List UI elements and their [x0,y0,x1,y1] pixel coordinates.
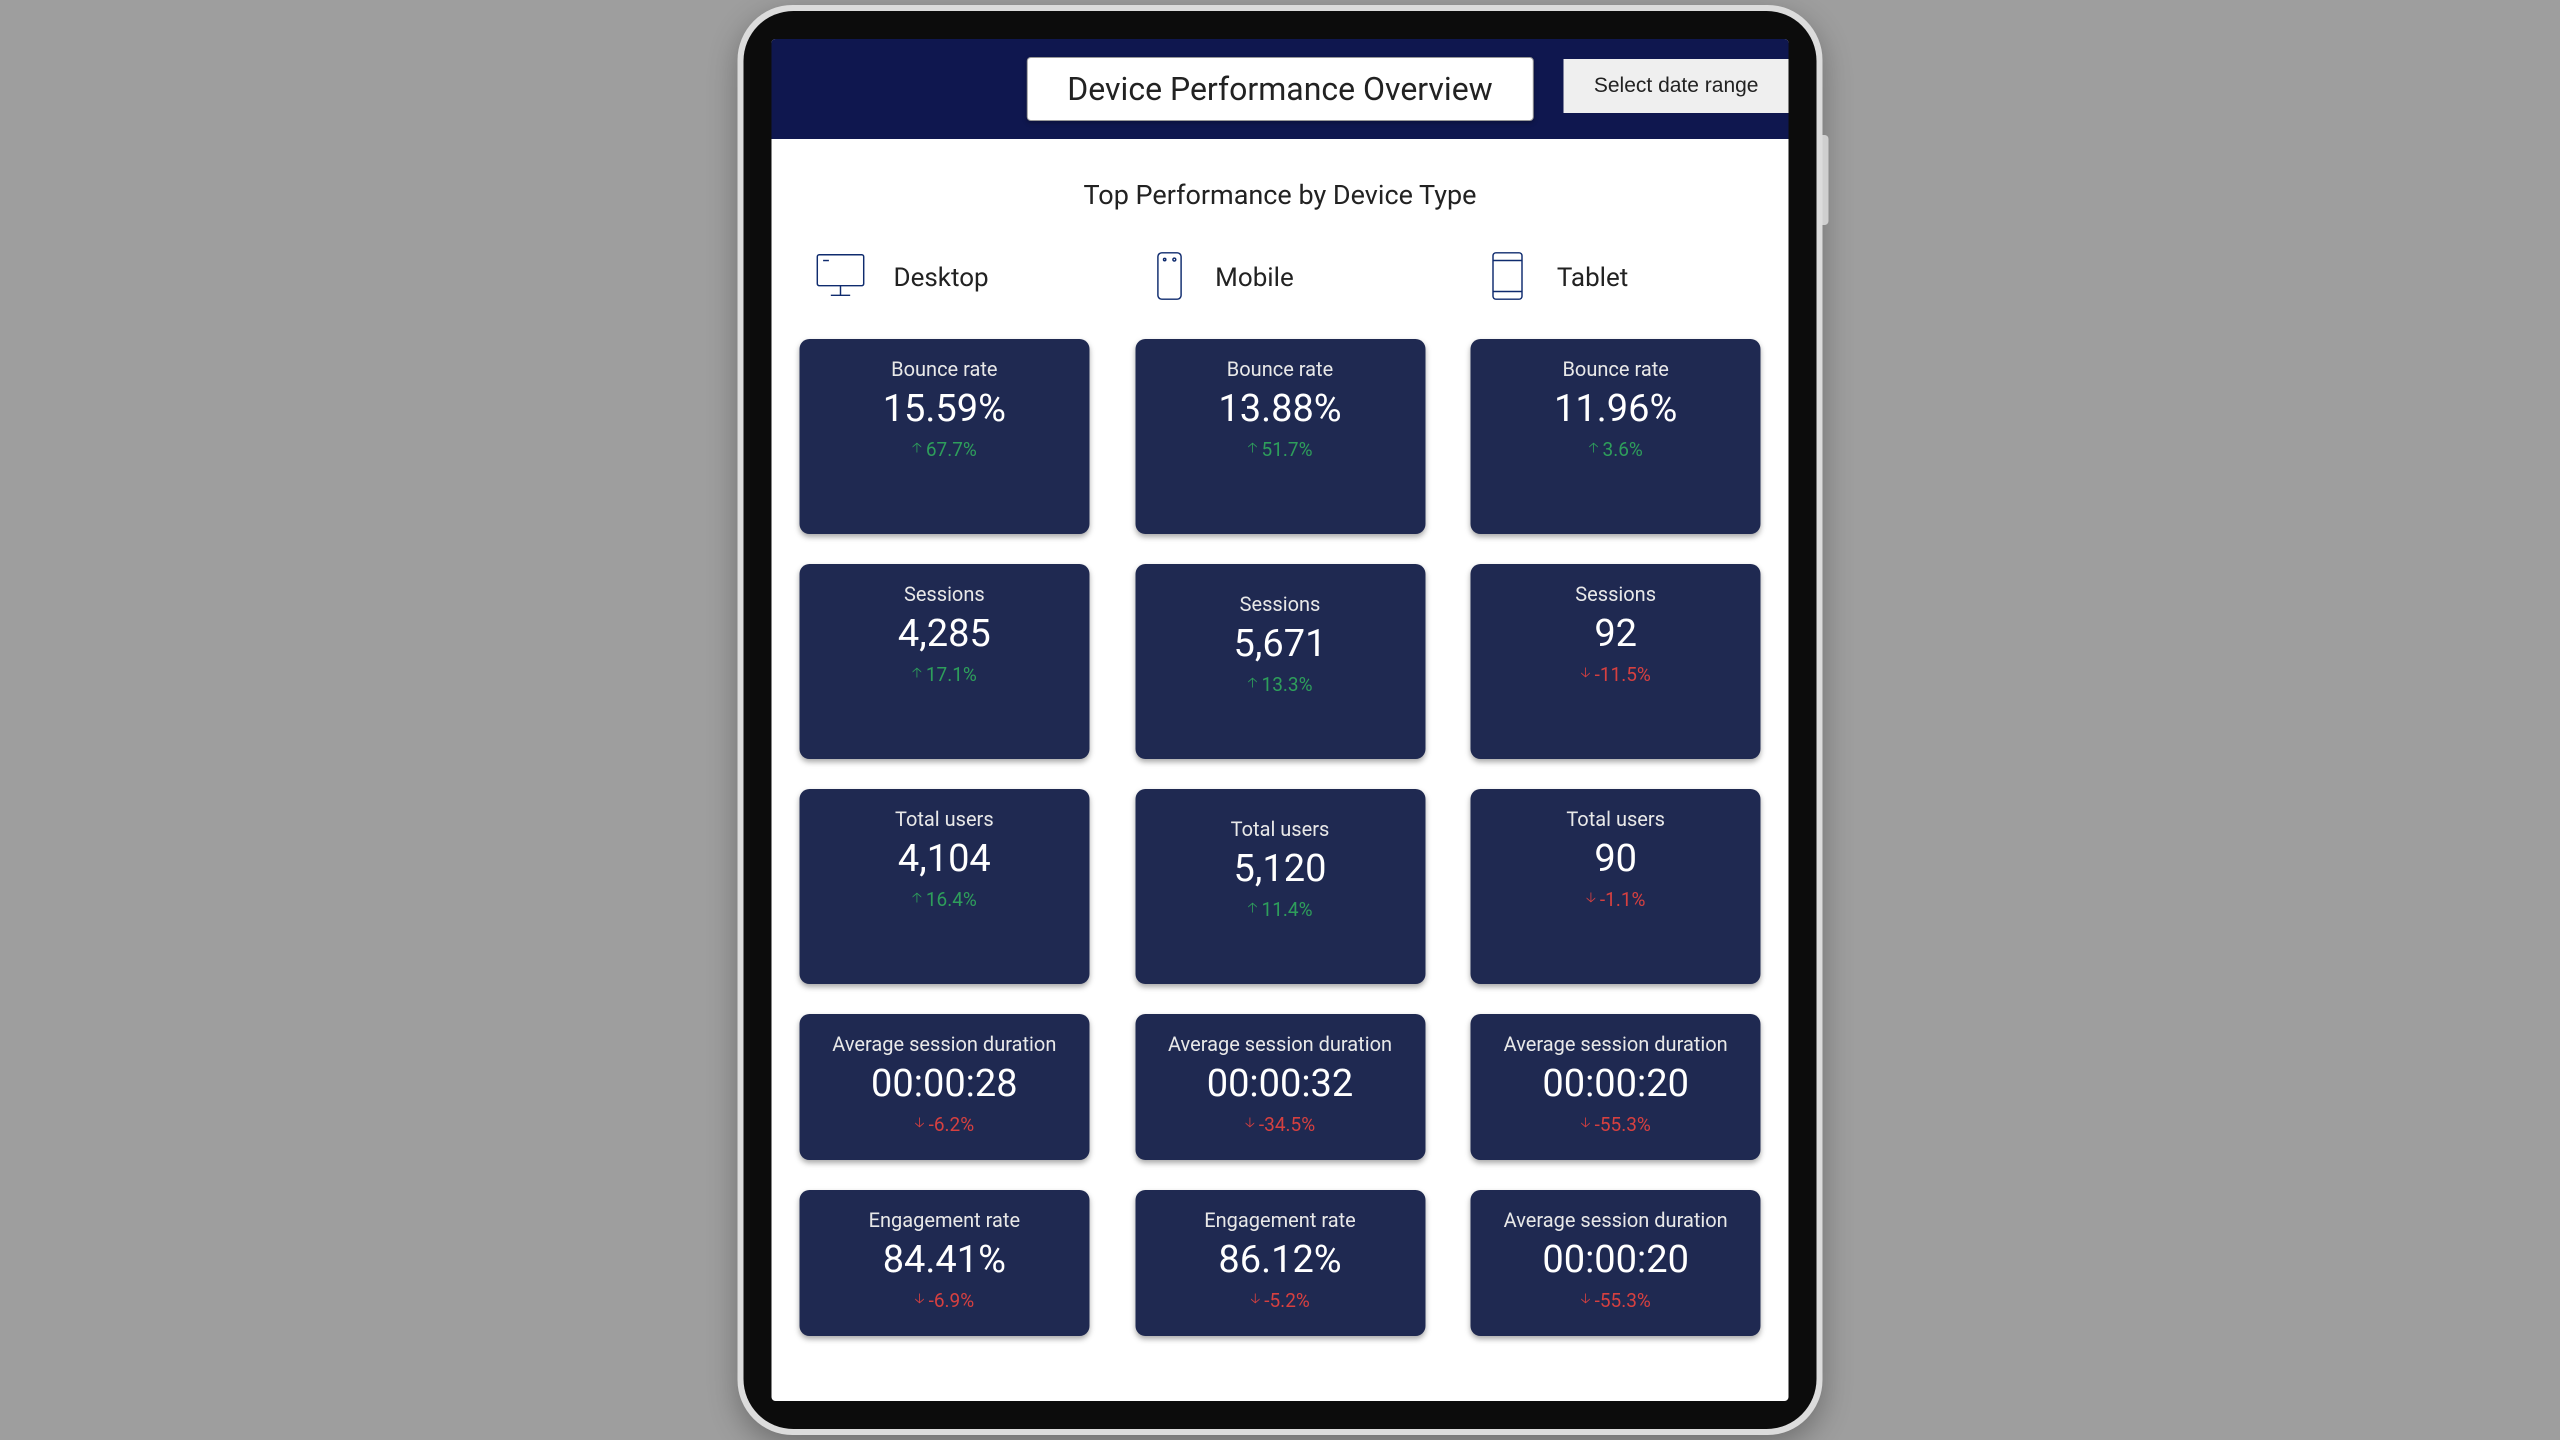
metric-card: Bounce rate 15.59% 🡡67.7% [799,339,1089,534]
page-title: Device Performance Overview [1026,57,1533,121]
card-label: Engagement rate [1147,1208,1413,1232]
arrow-down-icon: 🡣 [1586,887,1596,911]
arrow-up-icon: 🡡 [912,437,922,461]
card-value: 86.12% [1147,1238,1413,1282]
card-label: Average session duration [811,1032,1077,1056]
card-delta: 🡡51.7% [1247,437,1312,461]
date-range-button[interactable]: Select date range [1564,59,1789,113]
column-desktop: Desktop Bounce rate 15.59% 🡡67.7% Sessio… [782,247,1108,1366]
metric-card: Engagement rate 86.12% 🡣-5.2% [1135,1190,1425,1336]
card-value: 90 [1483,837,1749,881]
card-label: Sessions [1147,592,1413,616]
card-delta: 🡣-6.2% [915,1112,975,1136]
card-delta: 🡡17.1% [912,662,977,686]
column-header-desktop: Desktop [782,247,1108,309]
card-value: 13.88% [1147,387,1413,431]
metric-card: Engagement rate 84.41% 🡣-6.9% [799,1190,1089,1336]
metric-card: Sessions 92 🡣-11.5% [1471,564,1761,759]
card-delta: 🡡11.4% [1247,897,1312,921]
arrow-up-icon: 🡡 [1247,437,1257,461]
section-title: Top Performance by Device Type [782,179,1779,211]
card-delta: 🡣-55.3% [1581,1288,1651,1312]
card-label: Total users [1147,817,1413,841]
card-value: 00:00:32 [1147,1062,1413,1106]
card-value: 5,120 [1147,847,1413,891]
card-value: 11.96% [1483,387,1749,431]
desktop-icon [812,247,870,309]
card-delta: 🡣-11.5% [1581,662,1651,686]
tablet-icon [1483,247,1533,309]
card-value: 5,671 [1147,622,1413,666]
card-label: Average session duration [1483,1032,1749,1056]
card-value: 4,104 [811,837,1077,881]
device-columns: Desktop Bounce rate 15.59% 🡡67.7% Sessio… [782,247,1779,1366]
mobile-icon [1147,247,1191,309]
card-value: 92 [1483,612,1749,656]
card-delta: 🡣-34.5% [1245,1112,1315,1136]
metric-card: Total users 4,104 🡡16.4% [799,789,1089,984]
tablet-bezel: Device Performance Overview Select date … [744,11,1817,1429]
column-header-tablet: Tablet [1453,247,1779,309]
arrow-up-icon: 🡡 [1588,437,1598,461]
card-label: Average session duration [1147,1032,1413,1056]
card-label: Total users [1483,807,1749,831]
card-value: 00:00:20 [1483,1238,1749,1282]
arrow-down-icon: 🡣 [1581,662,1591,686]
card-delta: 🡡3.6% [1588,437,1642,461]
card-delta: 🡡16.4% [912,887,977,911]
card-delta: 🡣-5.2% [1250,1288,1310,1312]
column-label: Mobile [1215,263,1294,293]
card-label: Bounce rate [811,357,1077,381]
card-label: Total users [811,807,1077,831]
arrow-down-icon: 🡣 [1581,1288,1591,1312]
metric-card: Bounce rate 13.88% 🡡51.7% [1135,339,1425,534]
arrow-up-icon: 🡡 [1247,897,1257,921]
arrow-down-icon: 🡣 [915,1112,925,1136]
arrow-down-icon: 🡣 [1250,1288,1260,1312]
metric-card: Sessions 4,285 🡡17.1% [799,564,1089,759]
arrow-up-icon: 🡡 [912,662,922,686]
card-delta: 🡣-55.3% [1581,1112,1651,1136]
arrow-down-icon: 🡣 [915,1288,925,1312]
card-value: 00:00:20 [1483,1062,1749,1106]
metric-card: Bounce rate 11.96% 🡡3.6% [1471,339,1761,534]
card-delta: 🡣-6.9% [915,1288,975,1312]
metric-card: Average session duration 00:00:32 🡣-34.5… [1135,1014,1425,1160]
card-label: Sessions [811,582,1077,606]
card-value: 84.41% [811,1238,1077,1282]
metric-card: Total users 90 🡣-1.1% [1471,789,1761,984]
screen: Device Performance Overview Select date … [772,39,1789,1401]
arrow-up-icon: 🡡 [1247,672,1257,696]
column-label: Tablet [1557,263,1628,293]
card-label: Sessions [1483,582,1749,606]
arrow-up-icon: 🡡 [912,887,922,911]
tablet-side-button [1823,135,1829,225]
metric-card: Average session duration 00:00:20 🡣-55.3… [1471,1014,1761,1160]
metric-card: Average session duration 00:00:28 🡣-6.2% [799,1014,1089,1160]
metric-card: Total users 5,120 🡡11.4% [1135,789,1425,984]
column-mobile: Mobile Bounce rate 13.88% 🡡51.7% Session… [1117,247,1443,1366]
arrow-down-icon: 🡣 [1581,1112,1591,1136]
card-label: Bounce rate [1483,357,1749,381]
arrow-down-icon: 🡣 [1245,1112,1255,1136]
card-label: Average session duration [1483,1208,1749,1232]
card-value: 4,285 [811,612,1077,656]
content-area: Top Performance by Device Type [772,139,1789,1401]
column-header-mobile: Mobile [1117,247,1443,309]
card-label: Engagement rate [811,1208,1077,1232]
metric-card: Sessions 5,671 🡡13.3% [1135,564,1425,759]
header-bar: Device Performance Overview Select date … [772,39,1789,139]
card-value: 00:00:28 [811,1062,1077,1106]
card-label: Bounce rate [1147,357,1413,381]
column-tablet: Tablet Bounce rate 11.96% 🡡3.6% Sessions… [1453,247,1779,1366]
card-delta: 🡡13.3% [1247,672,1312,696]
metric-card: Average session duration 00:00:20 🡣-55.3… [1471,1190,1761,1336]
card-delta: 🡣-1.1% [1586,887,1646,911]
card-value: 15.59% [811,387,1077,431]
card-delta: 🡡67.7% [912,437,977,461]
tablet-frame: Device Performance Overview Select date … [738,5,1823,1435]
column-label: Desktop [894,263,989,293]
